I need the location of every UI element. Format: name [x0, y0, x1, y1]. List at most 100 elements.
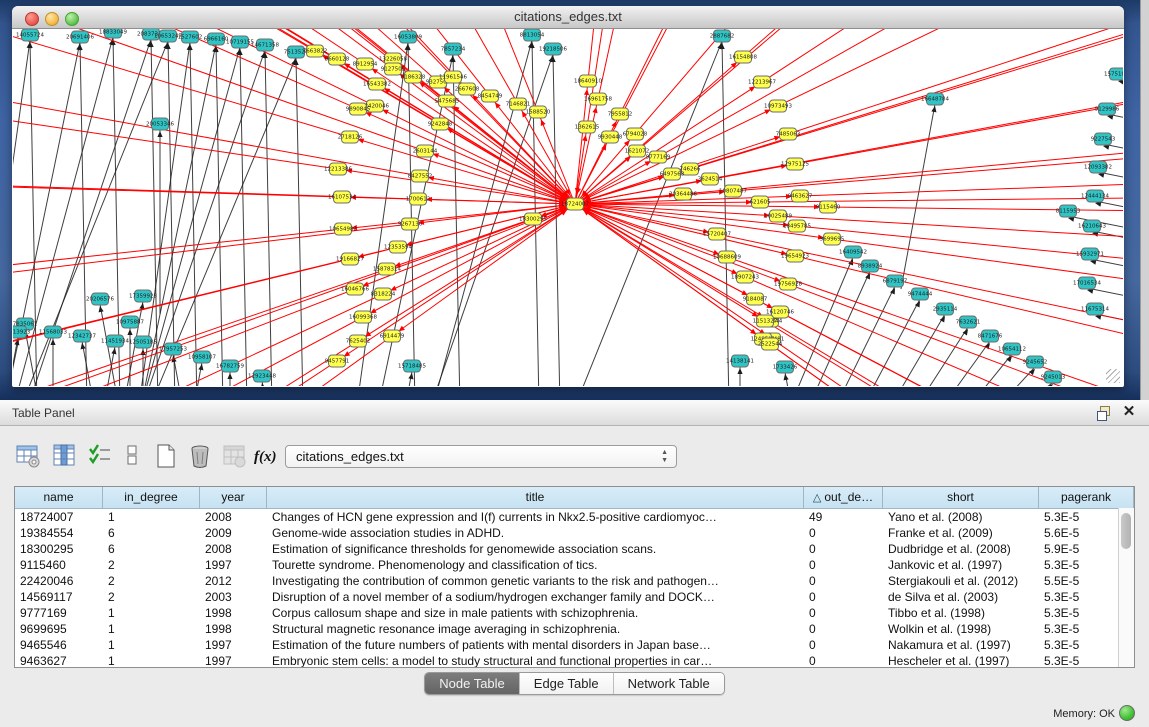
table-cell: 1: [103, 509, 200, 525]
network-window-titlebar[interactable]: citations_edges.txt: [12, 6, 1124, 29]
svg-text:7632621: 7632621: [956, 320, 981, 326]
table-cell: 0: [804, 589, 883, 605]
svg-text:9242848: 9242848: [428, 122, 453, 128]
table-cell: 2012: [200, 573, 267, 589]
svg-text:8318224: 8318224: [371, 292, 396, 298]
svg-text:11568033: 11568033: [39, 330, 67, 336]
table-cell: 2008: [200, 541, 267, 557]
svg-text:10975887: 10975887: [116, 320, 144, 326]
svg-text:8115953: 8115953: [1056, 209, 1081, 215]
column-header-pagerank[interactable]: pagerank: [1039, 487, 1134, 508]
table-cell: Stergiakouli et al. (2012): [883, 573, 1039, 589]
svg-text:2718126: 2718126: [338, 135, 363, 141]
svg-text:17359928: 17359928: [129, 294, 157, 300]
scrollbar-thumb[interactable]: [1121, 513, 1131, 549]
svg-text:19756928: 19756928: [774, 282, 802, 288]
float-panel-icon[interactable]: [1097, 406, 1111, 420]
svg-text:20364486: 20364486: [669, 192, 697, 198]
svg-text:17957253: 17957253: [159, 347, 187, 353]
network-window-title: citations_edges.txt: [12, 6, 1124, 28]
column-header-title[interactable]: title: [267, 487, 804, 508]
svg-text:9127505: 9127505: [381, 67, 406, 73]
table-vertical-scrollbar[interactable]: [1118, 508, 1134, 667]
table-row[interactable]: 946554611997Estimation of the future num…: [15, 637, 1134, 653]
svg-text:9245013: 9245013: [1041, 375, 1066, 381]
svg-text:9184087: 9184087: [743, 297, 768, 303]
svg-text:9457791: 9457791: [325, 359, 350, 365]
new-column-button[interactable]: [152, 442, 182, 472]
svg-text:16543382: 16543382: [363, 82, 391, 88]
table-row[interactable]: 969969511998Structural magnetic resonanc…: [15, 621, 1134, 637]
close-panel-icon[interactable]: ✕: [1121, 404, 1137, 420]
column-header-out_de[interactable]: △out_de…: [804, 487, 883, 508]
table-row[interactable]: 1830029562008Estimation of significance …: [15, 541, 1134, 557]
column-header-year[interactable]: year: [200, 487, 267, 508]
tab-network-table[interactable]: Network Table: [614, 673, 724, 694]
node-table[interactable]: name in_degreeyear title △out_de… short pager…: [14, 486, 1135, 668]
svg-text:14055724: 14055724: [16, 33, 44, 39]
table-row[interactable]: 1938455462009Genome-wide association stu…: [15, 525, 1134, 541]
table-cell: 9115460: [15, 557, 103, 573]
function-builder-button[interactable]: f(x): [254, 442, 284, 472]
network-view-window[interactable]: citations_edges.txt 18724007140557242069…: [12, 6, 1124, 387]
svg-text:16046766: 16046766: [341, 287, 369, 293]
svg-text:7485063: 7485063: [776, 132, 801, 138]
table-cell: 18724007: [15, 509, 103, 525]
window-resize-grip[interactable]: [1106, 369, 1120, 383]
svg-text:8427552: 8427552: [408, 174, 433, 180]
table-cell: Estimation of the future numbers of pati…: [267, 637, 804, 653]
svg-text:11451934: 11451934: [101, 339, 129, 345]
column-header-name[interactable]: name: [15, 487, 103, 508]
table-cell: 0: [804, 621, 883, 637]
svg-text:16099368: 16099368: [349, 315, 377, 321]
table-row[interactable]: 2242004622012Investigating the contribut…: [15, 573, 1134, 589]
tab-edge-table[interactable]: Edge Table: [520, 673, 614, 694]
column-header-label: name: [43, 490, 73, 504]
select-columns-button[interactable]: [86, 442, 116, 472]
svg-text:10807487: 10807487: [719, 189, 747, 195]
table-cell: Jankovic et al. (1997): [883, 557, 1039, 573]
svg-text:8454749: 8454749: [478, 94, 503, 100]
network-canvas[interactable]: 1872400714055724206914061883304920837319…: [13, 29, 1123, 386]
table-selector-dropdown[interactable]: citations_edges.txt ▲▼: [285, 445, 677, 468]
table-cell: 0: [804, 605, 883, 621]
show-columns-button[interactable]: [50, 442, 80, 472]
table-cell: Genome-wide association studies in ADHD.: [267, 525, 804, 541]
table-row[interactable]: 946362711997Embryonic stem cells: a mode…: [15, 653, 1134, 668]
column-header-in_degree[interactable]: in_degree: [103, 487, 200, 508]
table-cell: Embryonic stem cells: a model to study s…: [267, 653, 804, 668]
svg-text:20053346: 20053346: [146, 122, 174, 128]
trash-icon: [188, 444, 214, 470]
table-cell: Disruption of a novel member of a sodium…: [267, 589, 804, 605]
column-header-label: short: [947, 490, 974, 504]
svg-text:2522544: 2522544: [758, 342, 783, 348]
svg-text:6966160: 6966160: [204, 37, 229, 43]
svg-text:6497568: 6497568: [660, 172, 685, 178]
import-table-button[interactable]: [220, 442, 250, 472]
table-cell: Dudbridge et al. (2008): [883, 541, 1039, 557]
table-cell: Tourette syndrome. Phenomenology and cla…: [267, 557, 804, 573]
table-settings-button[interactable]: [14, 442, 44, 472]
tab-node-table[interactable]: Node Table: [425, 673, 520, 694]
svg-text:2667608: 2667608: [455, 87, 480, 93]
svg-text:18907243: 18907243: [731, 275, 759, 281]
table-mode-button[interactable]: [118, 442, 148, 472]
table-panel-header: Table Panel ✕: [0, 400, 1149, 426]
column-header-label: title: [526, 490, 545, 504]
column-header-short[interactable]: short: [883, 487, 1039, 508]
svg-text:9463627: 9463627: [788, 194, 813, 200]
table-cell: Changes of HCN gene expression and I(f) …: [267, 509, 804, 525]
svg-text:12444134: 12444134: [1081, 194, 1109, 200]
table-cell: 1: [103, 653, 200, 668]
table-row[interactable]: 911546021997Tourette syndrome. Phenomeno…: [15, 557, 1134, 573]
delete-column-button[interactable]: [186, 442, 216, 472]
table-cell: Investigating the contribution of common…: [267, 573, 804, 589]
svg-text:9227543: 9227543: [1091, 137, 1116, 143]
fx-icon: f(x): [254, 449, 277, 465]
svg-text:11675314: 11675314: [1081, 307, 1109, 313]
table-row[interactable]: 1872400712008Changes of HCN gene express…: [15, 509, 1134, 525]
table-cell: 2: [103, 573, 200, 589]
table-row[interactable]: 977716911998Corpus callosum shape and si…: [15, 605, 1134, 621]
table-row[interactable]: 1456911722003Disruption of a novel membe…: [15, 589, 1134, 605]
svg-text:9777169: 9777169: [646, 155, 671, 161]
